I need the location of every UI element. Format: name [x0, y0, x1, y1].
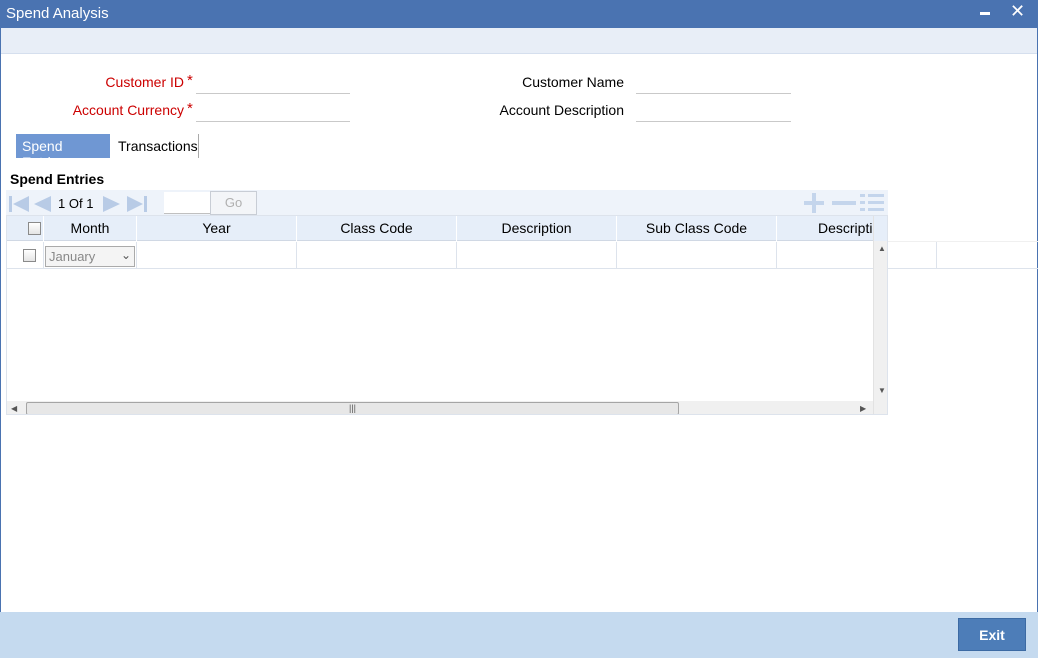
- previous-page-icon[interactable]: [32, 194, 52, 214]
- page-number-input[interactable]: [164, 192, 210, 214]
- grid-toolbar: 1 Of 1 Go: [6, 190, 888, 216]
- grid-header: Month Year Class Code Description Sub Cl…: [7, 216, 877, 241]
- tab-transactions[interactable]: Transactions: [112, 134, 199, 158]
- close-icon[interactable]: ✕: [1010, 1, 1025, 21]
- scrollbar-corner: [874, 216, 887, 241]
- month-select-value: January: [49, 249, 96, 264]
- scroll-left-icon[interactable]: ◀: [11, 404, 17, 413]
- row-checkbox[interactable]: [23, 249, 36, 262]
- vertical-scrollbar[interactable]: ▲ ▼: [873, 216, 887, 414]
- column-header-sub-class-code[interactable]: Sub Class Code: [617, 216, 777, 241]
- exit-button[interactable]: Exit: [958, 618, 1026, 651]
- window-border-left: [0, 28, 1, 612]
- scroll-right-icon[interactable]: ▶: [860, 404, 866, 413]
- add-row-icon[interactable]: [802, 193, 826, 213]
- window-titlebar: Spend Analysis ✕: [0, 0, 1038, 28]
- pager-text: 1 Of 1: [58, 196, 93, 211]
- customer-name-label: Customer Name: [522, 74, 624, 90]
- class-code-cell[interactable]: [297, 242, 457, 269]
- required-marker: *: [187, 100, 193, 117]
- tab-spend-entries[interactable]: Spend Entries: [16, 134, 110, 170]
- row-select-cell: [7, 242, 44, 269]
- minimize-icon[interactable]: [980, 12, 990, 15]
- footer-bar: Exit: [0, 612, 1038, 658]
- customer-name-field[interactable]: [636, 72, 791, 94]
- go-button[interactable]: Go: [210, 191, 257, 215]
- row-overflow-strip: [888, 241, 1038, 269]
- month-select[interactable]: January ⌄: [45, 246, 135, 267]
- horizontal-scrollbar[interactable]: ◀ ||| ▶: [7, 401, 873, 414]
- section-title: Spend Entries: [10, 171, 105, 187]
- page-total: 1: [86, 196, 94, 211]
- select-all-checkbox[interactable]: [28, 222, 41, 235]
- customer-id-label: Customer ID: [105, 74, 184, 90]
- window-title: Spend Analysis: [6, 5, 109, 22]
- column-divider: [936, 242, 937, 269]
- description-cell[interactable]: [457, 242, 617, 269]
- column-header-description[interactable]: Description: [457, 216, 617, 241]
- year-cell[interactable]: [137, 242, 297, 269]
- table-row: January ⌄: [7, 242, 887, 269]
- scroll-up-icon[interactable]: ▲: [878, 244, 886, 253]
- last-page-icon[interactable]: [126, 194, 148, 214]
- sub-description-cell[interactable]: [777, 242, 873, 269]
- horizontal-scroll-thumb[interactable]: |||: [26, 402, 679, 414]
- account-description-label: Account Description: [499, 102, 624, 118]
- required-marker: *: [187, 72, 193, 89]
- account-currency-field[interactable]: [196, 100, 350, 122]
- column-header-class-code[interactable]: Class Code: [297, 216, 457, 241]
- column-header-sub-description[interactable]: Descriptio: [777, 216, 877, 241]
- page-of: Of: [68, 196, 83, 211]
- next-page-icon[interactable]: [102, 194, 122, 214]
- customer-id-field[interactable]: [196, 72, 350, 94]
- header-strip: [1, 28, 1037, 54]
- page-current: 1: [58, 196, 66, 211]
- select-all-cell: [7, 216, 44, 241]
- column-header-year[interactable]: Year: [137, 216, 297, 241]
- month-cell: January ⌄: [44, 242, 137, 269]
- column-header-month[interactable]: Month: [44, 216, 137, 241]
- spend-entries-grid: Month Year Class Code Description Sub Cl…: [6, 215, 888, 415]
- sub-class-code-cell[interactable]: [617, 242, 777, 269]
- first-page-icon[interactable]: [8, 194, 30, 214]
- account-currency-label: Account Currency: [72, 102, 184, 118]
- chevron-down-icon: ⌄: [120, 248, 131, 262]
- single-view-icon[interactable]: [860, 193, 886, 213]
- scroll-down-icon[interactable]: ▼: [878, 386, 886, 395]
- delete-row-icon[interactable]: [830, 193, 858, 213]
- account-description-field[interactable]: [636, 100, 791, 122]
